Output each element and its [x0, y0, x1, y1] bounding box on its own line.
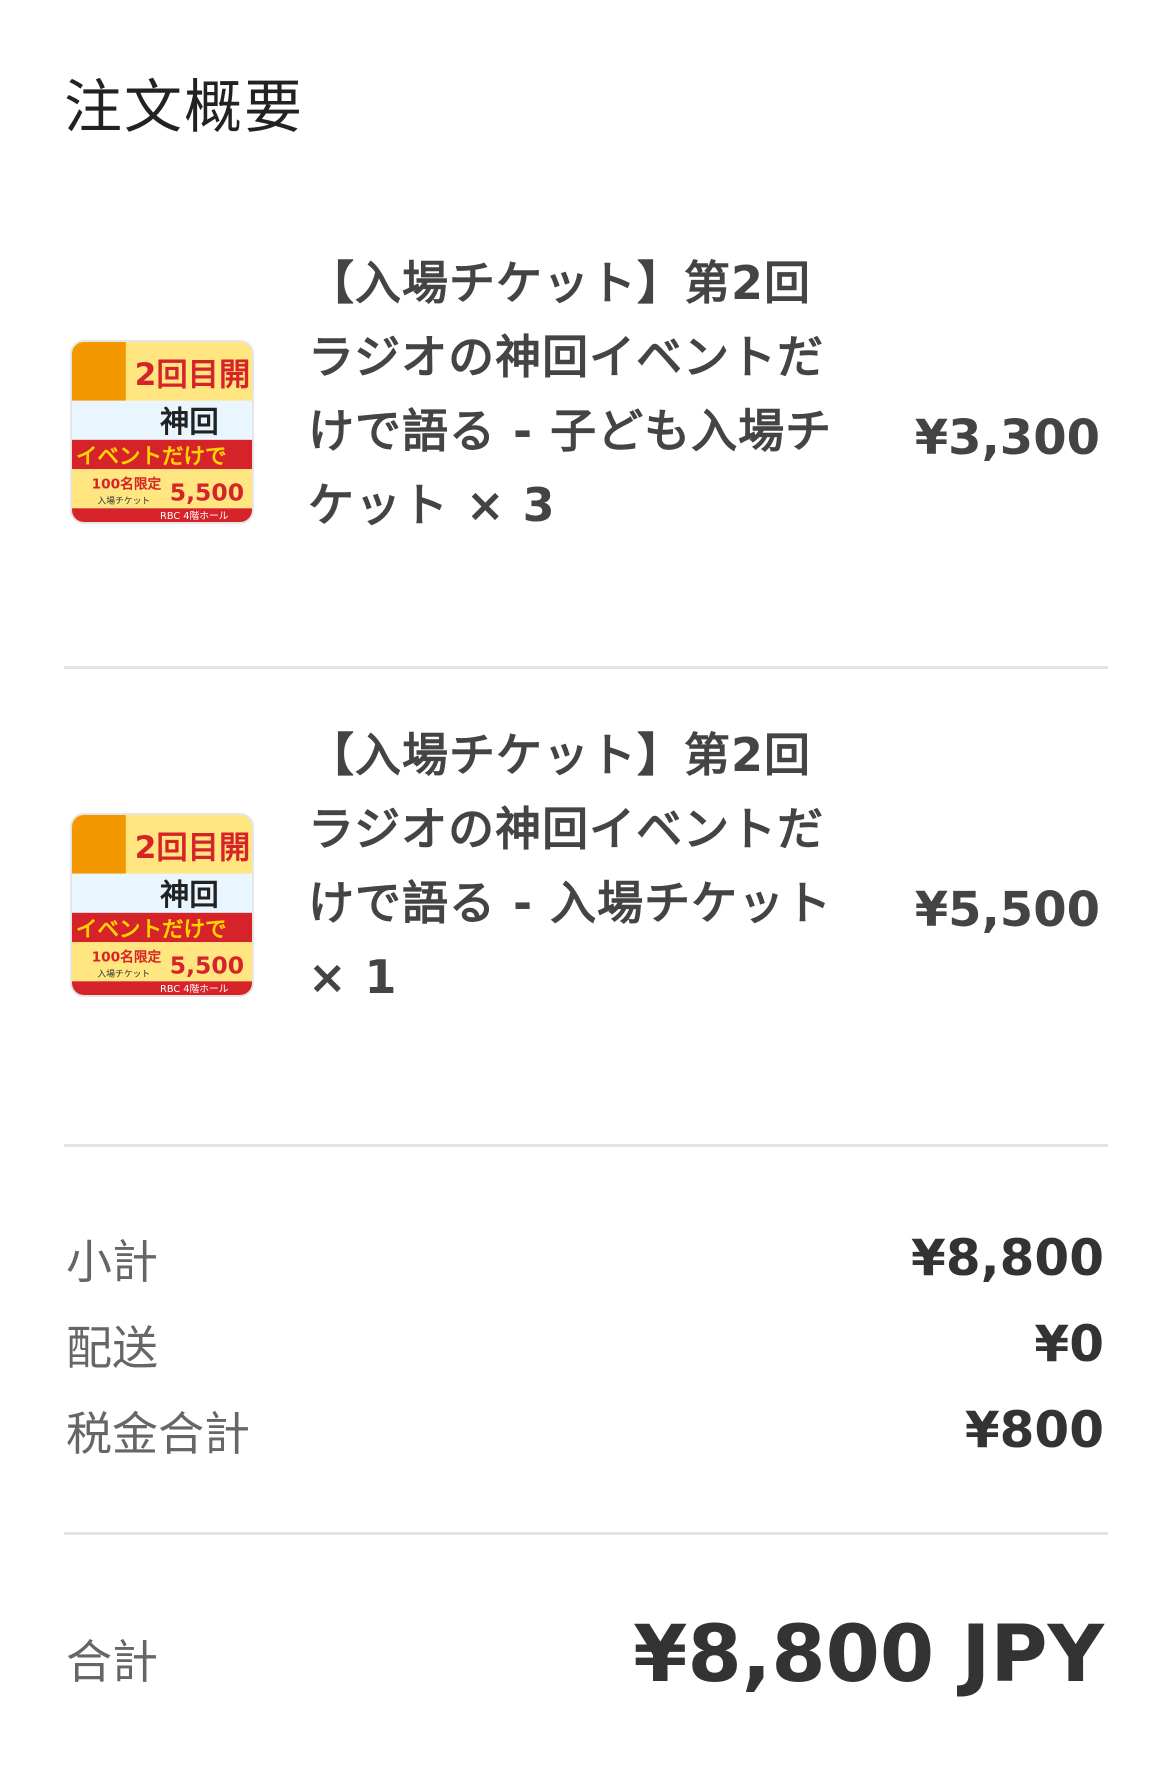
svg-text:5,500: 5,500 [170, 478, 244, 506]
product-name: 【入場チケット】第2回ラジオの神回イベントだけで語る - 入場チケット × 1 [308, 728, 833, 1004]
tax-value: ¥800 [964, 1401, 1104, 1459]
svg-text:イベントだけで: イベントだけで [76, 917, 227, 942]
svg-text:入場チケット: 入場チケット [97, 494, 150, 506]
divider [64, 1144, 1108, 1147]
shipping-value: ¥0 [1034, 1315, 1104, 1373]
shipping-label: 配送 [66, 1321, 158, 1375]
svg-text:神回: 神回 [160, 405, 219, 439]
svg-text:イベントだけで: イベントだけで [76, 444, 227, 469]
tax-label: 税金合計 [66, 1407, 250, 1461]
total-label: 合計 [66, 1635, 158, 1689]
total-value: ¥8,800 JPY [633, 1610, 1104, 1700]
svg-text:RBC 4階ホール: RBC 4階ホール [160, 983, 229, 995]
subtotal-row: 小計 ¥8,800 [64, 1232, 1104, 1292]
page-title: 注文概要 [64, 73, 305, 141]
subtotal-value: ¥8,800 [911, 1229, 1104, 1287]
svg-text:5,500: 5,500 [170, 951, 244, 979]
product-price: ¥3,300 [914, 410, 1100, 466]
svg-text:100名限定: 100名限定 [92, 476, 162, 493]
subtotal-label: 小計 [66, 1235, 158, 1289]
svg-text:2回目開: 2回目開 [135, 830, 251, 866]
product-price: ¥5,500 [914, 882, 1100, 938]
shipping-row: 配送 ¥0 [64, 1318, 1104, 1378]
svg-text:2回目開: 2回目開 [135, 357, 251, 393]
product-thumbnail: 2回目開 神回 イベントだけで 100名限定 入場チケット 5,500 RBC … [70, 340, 254, 524]
svg-text:100名限定: 100名限定 [92, 949, 162, 966]
svg-text:RBC 4階ホール: RBC 4階ホール [160, 510, 229, 522]
divider [64, 1532, 1108, 1535]
product-name: 【入場チケット】第2回ラジオの神回イベントだけで語る - 子ども入場チケット ×… [308, 256, 833, 532]
tax-row: 税金合計 ¥800 [64, 1404, 1104, 1464]
product-thumbnail: 2回目開 神回 イベントだけで 100名限定 入場チケット 5,500 RBC … [70, 813, 254, 997]
svg-text:神回: 神回 [160, 878, 219, 912]
svg-text:入場チケット: 入場チケット [97, 967, 150, 979]
total-row: 合計 ¥8,800 JPY [64, 1610, 1104, 1700]
divider [64, 666, 1108, 669]
